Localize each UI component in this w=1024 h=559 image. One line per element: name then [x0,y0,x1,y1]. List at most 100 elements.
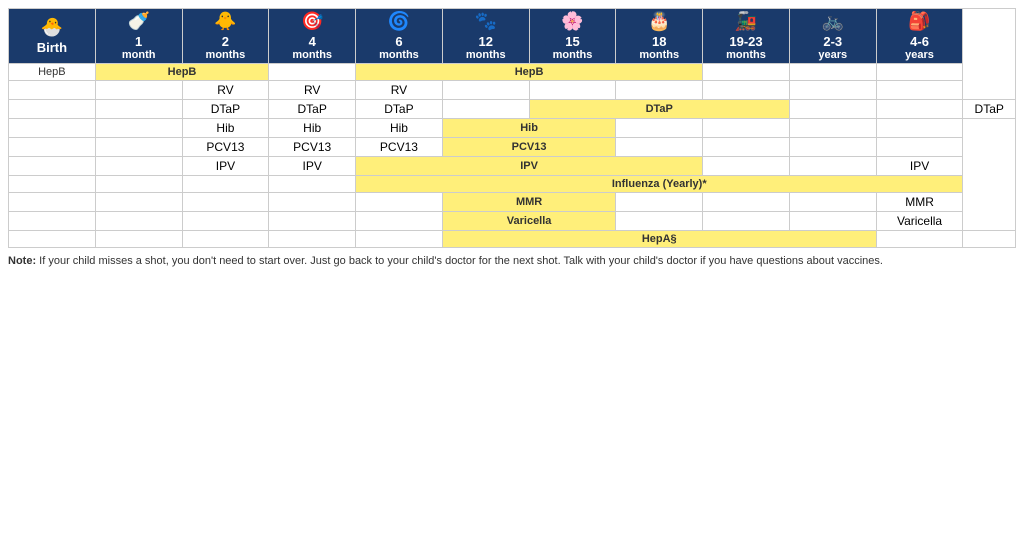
pcv13-row: PCV13 PCV13 PCV13 PCV13 [9,138,1016,157]
hepa-label [9,231,96,248]
hepb-cell-19-23 [703,64,790,81]
mmr-label [9,193,96,212]
rv-cell-2: RV [182,81,269,100]
hib-cell-12-15: Hib [442,119,616,138]
influenza-row: Influenza (Yearly)* [9,176,1016,193]
note-bold: Note: [8,255,36,267]
dtap-cell-12 [442,100,529,119]
rv-row: RV RV RV [9,81,1016,100]
header-6months: 🌀 6 months [356,9,443,64]
4-6years-icon: 🎒 [880,11,960,32]
2-3years-icon: 🚲 [793,11,873,32]
varicella-cell-2-3 [789,212,876,231]
varicella-cell-18 [616,212,703,231]
pcv13-cell-1 [95,138,182,157]
hepb-cell-4 [269,64,356,81]
ipv-cell-6-18: IPV [356,157,703,176]
dtap-row: DTaP DTaP DTaP DTaP DTaP [9,100,1016,119]
varicella-cell-4 [269,212,356,231]
dtap-cell-19-23 [789,100,876,119]
rv-cell-6: RV [356,81,443,100]
header-4-6years: 🎒 4-6 years [876,9,963,64]
dtap-cell-6: DTaP [356,100,443,119]
note-text: Note: If your child misses a shot, you d… [8,254,1016,269]
header-2-3years: 🚲 2-3 years [789,9,876,64]
12months-icon: 🐾 [446,11,526,32]
19-23months-icon: 🚂 [706,11,786,32]
influenza-label [9,176,96,193]
rv-cell-4-6 [876,81,963,100]
hepa-row: HepA§ [9,231,1016,248]
hib-cell-4: Hib [269,119,356,138]
6months-icon: 🌀 [359,11,439,32]
varicella-cell-19-23 [703,212,790,231]
hepa-cell-4 [269,231,356,248]
hepb-cell-2-3 [789,64,876,81]
hib-label [9,119,96,138]
pcv13-cell-2: PCV13 [182,138,269,157]
influenza-cell-1 [95,176,182,193]
hepa-cell-2-3 [876,231,963,248]
varicella-label [9,212,96,231]
hib-row: Hib Hib Hib Hib [9,119,1016,138]
hib-cell-18 [616,119,703,138]
pcv13-cell-6: PCV13 [356,138,443,157]
rv-cell-2-3 [789,81,876,100]
4months-icon: 🎯 [272,11,352,32]
pcv13-cell-4-6 [876,138,963,157]
header-birth: 🐣 Birth [9,9,96,64]
hepb-cell-6-18: HepB [356,64,703,81]
dtap-cell-4-6: DTaP [963,100,1016,119]
rv-cell-12 [442,81,529,100]
ipv-cell-4: IPV [269,157,356,176]
dtap-cell-15-18: DTaP [529,100,789,119]
ipv-row: IPV IPV IPV IPV [9,157,1016,176]
header-18months: 🎂 18 months [616,9,703,64]
header-4months: 🎯 4 months [269,9,356,64]
header-19-23months: 🚂 19-23 months [703,9,790,64]
varicella-cell-2 [182,212,269,231]
hib-cell-6: Hib [356,119,443,138]
2months-icon: 🐥 [186,11,266,32]
rv-cell-18 [616,81,703,100]
hepa-cell-6 [356,231,443,248]
varicella-row: Varicella Varicella [9,212,1016,231]
hepb-cell-1-2: HepB [95,64,269,81]
ipv-cell-2-3 [789,157,876,176]
ipv-cell-1 [95,157,182,176]
pcv13-cell-2-3 [789,138,876,157]
varicella-cell-1 [95,212,182,231]
hepb-cell-4-6 [876,64,963,81]
ipv-label [9,157,96,176]
pcv13-cell-12-15: PCV13 [442,138,616,157]
hib-cell-2-3 [789,119,876,138]
hepa-cell-4-6 [963,231,1016,248]
pcv13-cell-18 [616,138,703,157]
influenza-cell-2 [182,176,269,193]
dtap-cell-2: DTaP [182,100,269,119]
pcv13-cell-19-23 [703,138,790,157]
hepb-row: HepB HepB HepB [9,64,1016,81]
header-12months: 🐾 12 months [442,9,529,64]
dtap-cell-4: DTaP [269,100,356,119]
note-content: If your child misses a shot, you don't n… [39,255,883,267]
dtap-cell-1 [95,100,182,119]
header-15months: 🌸 15 months [529,9,616,64]
varicella-cell-4-6: Varicella [876,212,963,231]
rv-label [9,81,96,100]
mmr-cell-6 [356,193,443,212]
hib-cell-1 [95,119,182,138]
header-2months: 🐥 2 months [182,9,269,64]
ipv-cell-19-23 [703,157,790,176]
1month-icon: 🍼 [99,11,179,32]
rv-cell-19-23 [703,81,790,100]
rv-cell-15 [529,81,616,100]
pcv13-cell-4: PCV13 [269,138,356,157]
mmr-cell-18 [616,193,703,212]
dtap-label [9,100,96,119]
hib-cell-19-23 [703,119,790,138]
18months-icon: 🎂 [619,11,699,32]
mmr-cell-1 [95,193,182,212]
hepa-cell-12-19-23: HepA§ [442,231,876,248]
rv-cell-1 [95,81,182,100]
